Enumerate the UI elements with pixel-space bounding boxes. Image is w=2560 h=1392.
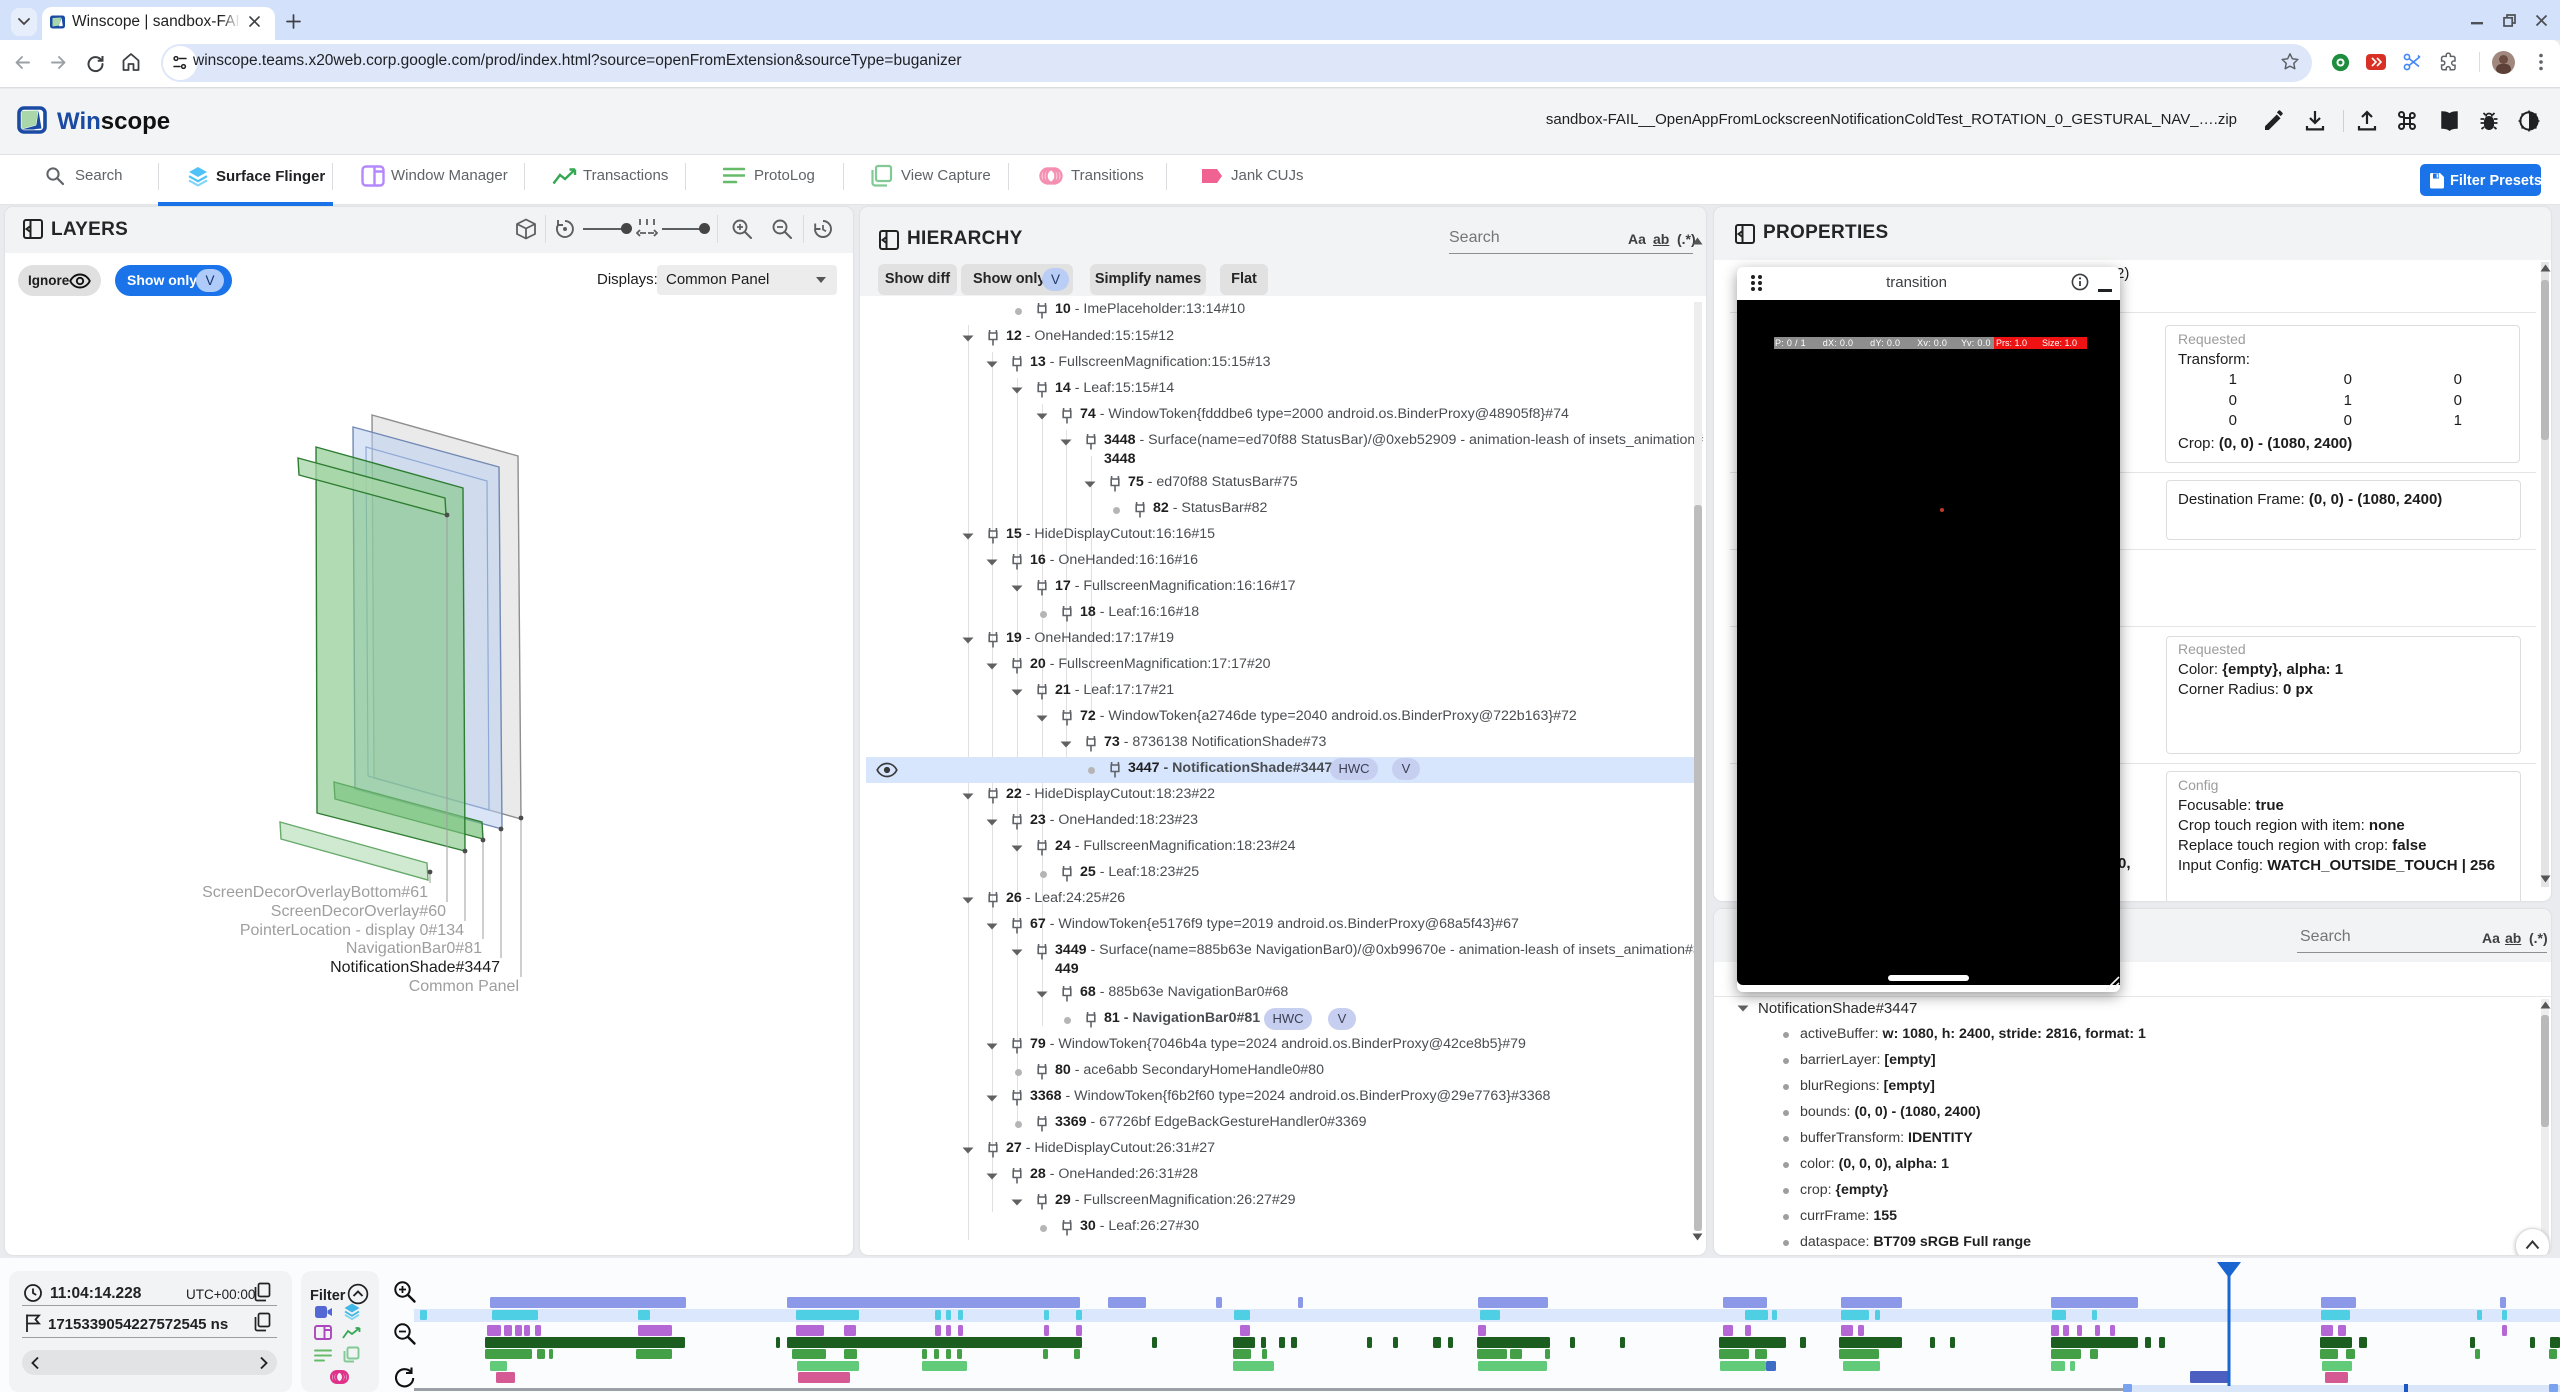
svg-text:ScreenDecorOverlay#60: ScreenDecorOverlay#60 (271, 903, 446, 920)
svg-text:Common Panel: Common Panel (409, 978, 519, 995)
svg-text:PointerLocation - display 0#13: PointerLocation - display 0#134 (240, 922, 464, 939)
svg-text:NavigationBar0#81: NavigationBar0#81 (346, 940, 482, 957)
svg-text:NotificationShade#3447: NotificationShade#3447 (330, 959, 500, 976)
svg-text:ScreenDecorOverlayBottom#61: ScreenDecorOverlayBottom#61 (202, 884, 428, 901)
